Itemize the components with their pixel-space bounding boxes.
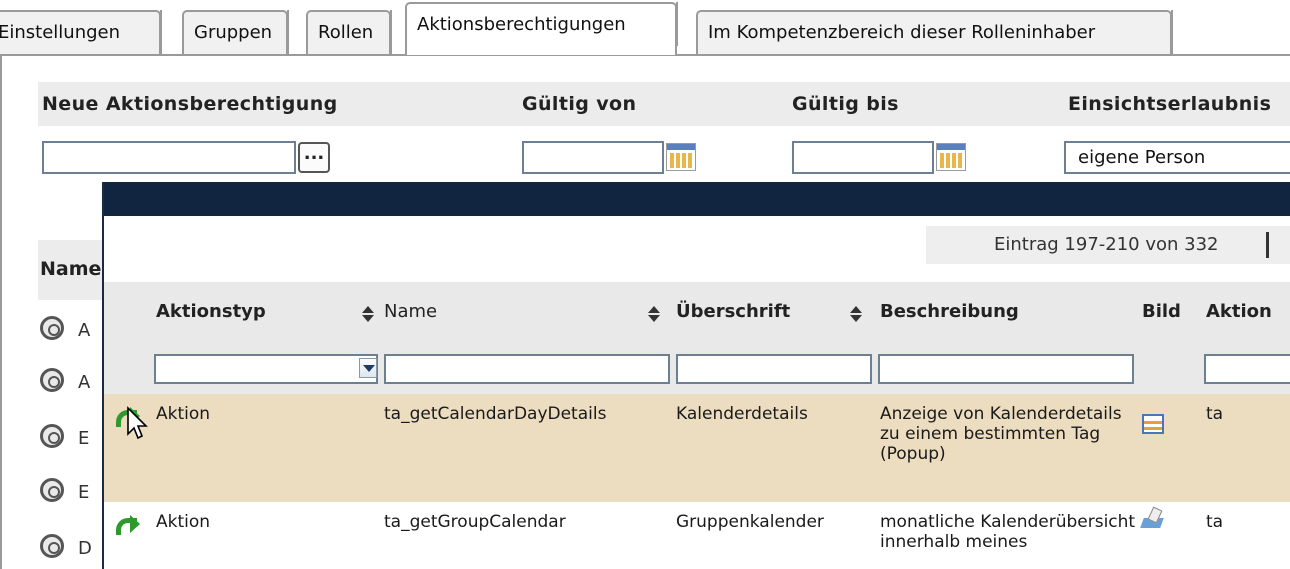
role-icon: [40, 424, 64, 448]
background-row-label: E: [78, 428, 90, 449]
tab-aktionsberechtigungen[interactable]: Aktionsberechtigungen: [405, 2, 678, 55]
action-picker-popup: Eintrag 197-210 von 332 Aktionstyp Name …: [102, 182, 1290, 569]
valid-from-input[interactable]: [522, 141, 664, 174]
header-valid-to: Gültig bis: [792, 93, 899, 115]
col-ueberschrift[interactable]: Überschrift: [676, 282, 790, 352]
pager-info: Eintrag 197-210 von 332: [926, 226, 1290, 264]
mouse-cursor-icon: [127, 406, 148, 440]
sort-icon[interactable]: [850, 306, 862, 322]
col-aktionstyp[interactable]: Aktionstyp: [156, 282, 266, 352]
tab-kompetenzbereich[interactable]: Im Kompetenzbereich dieser Rolleninhaber: [696, 10, 1173, 54]
calendar-picker-icon[interactable]: [666, 143, 696, 171]
role-icon: [40, 368, 64, 392]
tab-rollen[interactable]: Rollen: [306, 10, 392, 54]
sort-icon[interactable]: [362, 306, 374, 322]
background-row-label: A: [78, 372, 91, 393]
background-name-header: Name: [40, 258, 102, 280]
header-valid-from: Gültig von: [522, 93, 637, 115]
cell-ueberschrift: Kalenderdetails: [676, 404, 808, 424]
role-icon: [40, 534, 64, 558]
cell-beschreibung: Anzeige von Kalenderdetails zu einem bes…: [880, 404, 1122, 464]
filter-aktion-input[interactable]: [1204, 354, 1290, 384]
cell-aktionstyp: Aktion: [156, 512, 211, 532]
filter-beschreibung-input[interactable]: [878, 354, 1134, 384]
new-permission-input[interactable]: [42, 141, 296, 174]
col-name[interactable]: Name: [384, 282, 437, 352]
cell-beschreibung: monatliche Kalenderübersicht innerhalb m…: [880, 512, 1136, 552]
visibility-select[interactable]: eigene Person: [1064, 141, 1290, 174]
role-icon: [40, 478, 64, 502]
popup-titlebar[interactable]: [104, 182, 1290, 216]
cell-name: ta_getCalendarDayDetails: [384, 404, 607, 424]
valid-to-input[interactable]: [792, 141, 934, 174]
frame-border: [0, 54, 2, 569]
background-row-label: A: [78, 320, 91, 341]
tab-gruppen[interactable]: Gruppen: [182, 10, 289, 54]
calendar-icon: [1142, 414, 1164, 434]
sort-icon[interactable]: [648, 306, 660, 322]
green-arrow-icon[interactable]: [114, 512, 140, 535]
tab-einstellungen[interactable]: Einstellungen: [0, 10, 162, 54]
browse-button[interactable]: ...: [298, 142, 330, 173]
pager-divider: [1266, 232, 1269, 258]
filter-ueberschrift-input[interactable]: [676, 354, 872, 384]
group-calendar-icon: [1140, 508, 1166, 530]
app-window: Einstellungen Gruppen Rollen Aktionsbere…: [0, 0, 1290, 569]
chevron-down-icon[interactable]: [359, 358, 377, 378]
cell-aktion: ta: [1206, 404, 1224, 424]
background-row-label: D: [78, 538, 92, 559]
header-visibility: Einsichtserlaubnis: [1068, 93, 1272, 115]
col-aktion[interactable]: Aktion: [1206, 282, 1272, 352]
tab-bar: Einstellungen Gruppen Rollen Aktionsbere…: [0, 2, 1290, 55]
col-beschreibung[interactable]: Beschreibung: [880, 282, 1019, 352]
cell-ueberschrift: Gruppenkalender: [676, 512, 824, 532]
filter-name-input[interactable]: [384, 354, 670, 384]
role-icon: [40, 316, 64, 340]
cell-aktion: ta: [1206, 512, 1224, 532]
filter-aktionstyp-select[interactable]: [154, 354, 378, 384]
col-bild[interactable]: Bild: [1142, 282, 1181, 352]
cell-aktionstyp: Aktion: [156, 404, 211, 424]
calendar-picker-icon[interactable]: [936, 143, 966, 171]
header-new-permission: Neue Aktionsberechtigung: [42, 93, 338, 115]
cell-name: ta_getGroupCalendar: [384, 512, 566, 532]
background-row-label: E: [78, 482, 90, 503]
